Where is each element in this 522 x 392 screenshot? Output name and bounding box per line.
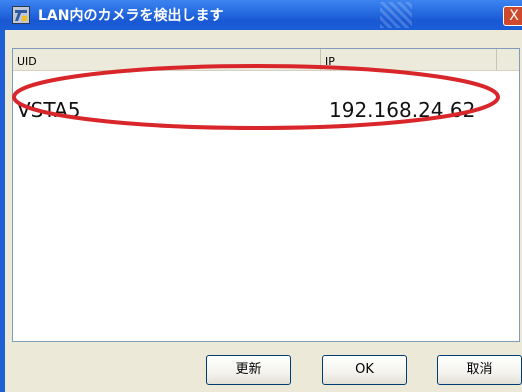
app-icon <box>12 6 30 24</box>
cell-uid: VSTA5 <box>17 98 81 122</box>
window-title: LAN内のカメラを検出します <box>38 8 224 24</box>
dialog-window: LAN内のカメラを検出します X UID IP VSTA5 192.168.24… <box>0 0 522 392</box>
column-header-ip[interactable]: IP <box>321 49 497 70</box>
list-row[interactable]: VSTA5 192.168.24.62 <box>13 93 519 127</box>
title-bar[interactable]: LAN内のカメラを検出します X <box>0 0 522 30</box>
window-frame-left <box>0 30 5 392</box>
list-header: UID IP <box>13 49 519 71</box>
ok-button[interactable]: OK <box>322 355 407 385</box>
redacted-uid <box>105 93 193 115</box>
close-button[interactable]: X <box>503 6 522 26</box>
cancel-button[interactable]: 取消 <box>437 355 522 385</box>
camera-list[interactable]: UID IP VSTA5 192.168.24.62 <box>12 48 520 342</box>
column-header-uid[interactable]: UID <box>13 49 321 70</box>
cell-ip: 192.168.24.62 <box>329 98 476 122</box>
refresh-button[interactable]: 更新 <box>206 355 291 385</box>
title-texture <box>380 2 412 28</box>
